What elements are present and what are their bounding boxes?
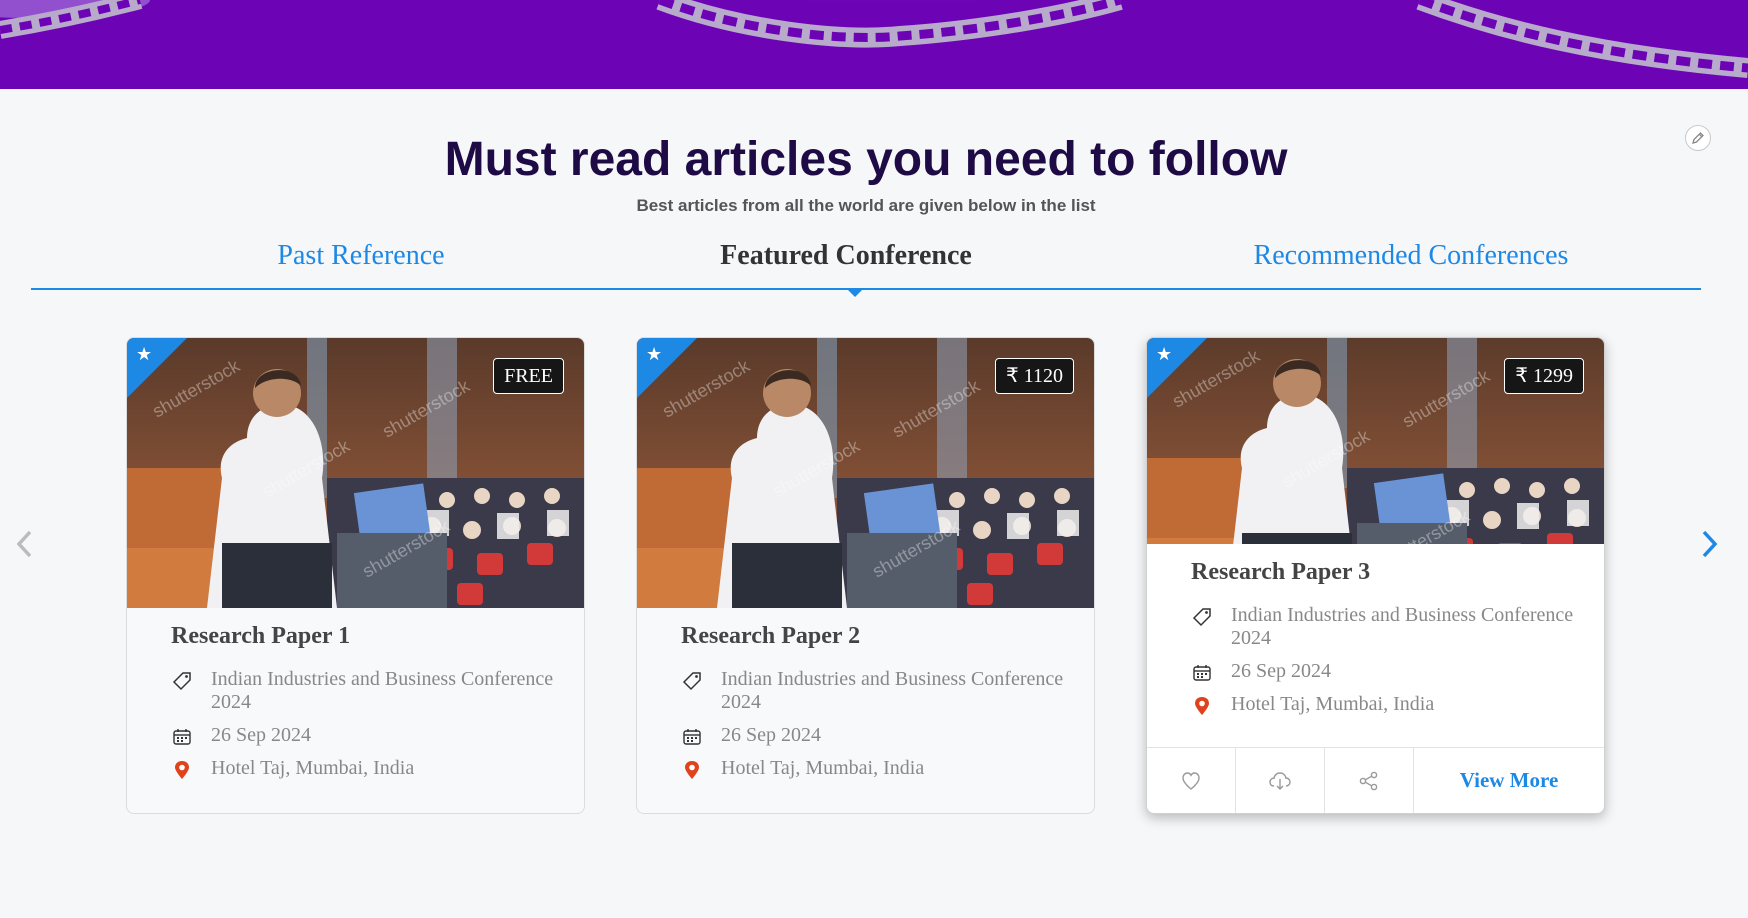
map-pin-icon — [175, 761, 189, 779]
heart-icon — [1182, 771, 1200, 790]
tag-icon — [172, 672, 191, 691]
conference-name: Indian Industries and Business Conferenc… — [171, 668, 584, 714]
active-tab-indicator — [846, 288, 864, 297]
tag-icon — [1192, 608, 1211, 627]
download-button[interactable] — [1236, 748, 1325, 813]
tab-recommended-conferences[interactable]: Recommended Conferences — [1201, 240, 1621, 272]
price-badge: ₹ 1120 — [995, 358, 1074, 394]
star-icon: ★ — [646, 344, 663, 365]
card-image: ★ ₹ 1299 — [1147, 338, 1604, 544]
event-date: 26 Sep 2024 — [171, 724, 584, 747]
tab-featured-conference[interactable]: Featured Conference — [681, 240, 1011, 272]
tag-icon — [682, 672, 701, 691]
share-button[interactable] — [1325, 748, 1414, 813]
view-more-link[interactable]: View More — [1414, 748, 1604, 813]
share-icon — [1359, 771, 1378, 790]
conference-name: Indian Industries and Business Conferenc… — [681, 668, 1094, 714]
star-icon: ★ — [1156, 344, 1173, 365]
card-image: ★ FREE — [127, 338, 584, 608]
conference-card-1[interactable]: ★ FREE Research Paper 1 Indian Industrie… — [126, 337, 585, 814]
favorite-button[interactable] — [1147, 748, 1236, 813]
card-image: ★ ₹ 1120 — [637, 338, 1094, 608]
event-location: Hotel Taj, Mumbai, India — [171, 757, 584, 780]
card-title[interactable]: Research Paper 1 — [171, 623, 584, 650]
map-pin-icon — [1195, 697, 1209, 715]
conference-card-2[interactable]: ★ ₹ 1120 Research Paper 2 Indian Industr… — [636, 337, 1095, 814]
tab-bar: Past Reference Featured Conference Recom… — [31, 234, 1701, 290]
event-date: 26 Sep 2024 — [1191, 660, 1604, 683]
section-subtitle: Best articles from all the world are giv… — [636, 196, 1096, 215]
calendar-icon — [683, 729, 701, 745]
section-title: Must read articles you need to follow — [444, 133, 1288, 186]
hero-banner — [0, 0, 1748, 89]
calendar-icon — [1193, 665, 1211, 681]
card-actions: View More — [1147, 747, 1604, 813]
star-icon: ★ — [136, 344, 153, 365]
tab-past-reference[interactable]: Past Reference — [231, 240, 491, 272]
event-date: 26 Sep 2024 — [681, 724, 1094, 747]
calendar-icon — [173, 729, 191, 745]
carousel-next-button[interactable] — [1694, 526, 1724, 562]
card-title[interactable]: Research Paper 2 — [681, 623, 1094, 650]
conference-card-3[interactable]: ★ ₹ 1299 Research Paper 3 Indian Industr… — [1146, 337, 1605, 814]
card-title[interactable]: Research Paper 3 — [1191, 559, 1604, 586]
price-badge: FREE — [493, 358, 564, 394]
map-pin-icon — [685, 761, 699, 779]
chevron-left-icon — [16, 530, 32, 558]
event-location: Hotel Taj, Mumbai, India — [681, 757, 1094, 780]
cloud-download-icon — [1269, 771, 1291, 790]
conference-name: Indian Industries and Business Conferenc… — [1191, 604, 1604, 650]
film-strip-decoration — [0, 0, 1748, 78]
carousel-prev-button[interactable] — [10, 526, 40, 562]
chevron-right-icon — [1702, 530, 1718, 558]
price-badge: ₹ 1299 — [1504, 358, 1584, 394]
event-location: Hotel Taj, Mumbai, India — [1191, 693, 1604, 716]
